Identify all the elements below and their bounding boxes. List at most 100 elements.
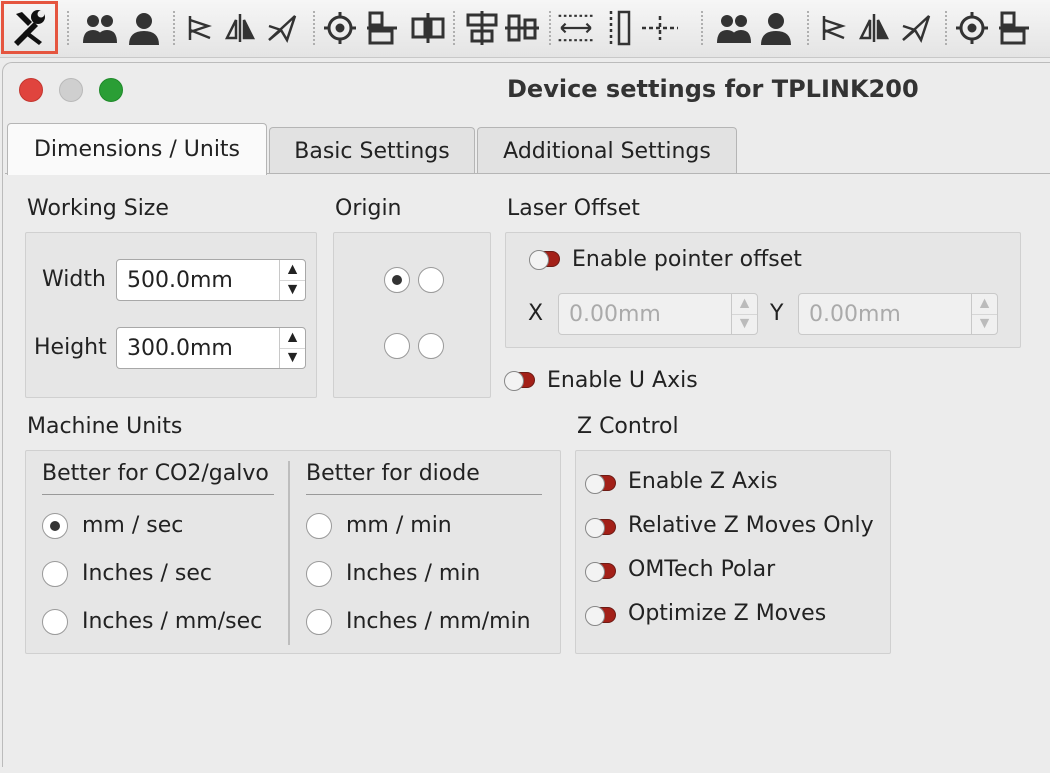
chevron-up-icon[interactable]: ▲ (732, 294, 757, 315)
working-size-group: Width ▲▼ Height ▲▼ (25, 232, 317, 398)
offset-x-spinbox[interactable]: ▲▼ (558, 293, 758, 335)
origin-title: Origin (335, 196, 402, 221)
target-icon[interactable] (320, 6, 360, 50)
users-group-icon[interactable] (714, 6, 754, 50)
height-label: Height (34, 335, 107, 360)
mirror-icon[interactable] (220, 6, 260, 50)
main-toolbar (0, 0, 1050, 58)
align-center-icon[interactable] (408, 6, 448, 50)
tab-dimensions-units[interactable]: Dimensions / Units (7, 123, 267, 175)
origin-top-right-radio[interactable] (418, 267, 444, 293)
height-input[interactable] (117, 328, 280, 368)
enable-z-axis-toggle[interactable] (585, 474, 616, 494)
device-settings-window: Device settings for TPLINK200 Dimensions… (2, 62, 1050, 773)
center-cross-icon[interactable] (640, 6, 680, 50)
unit-inches-min-label: Inches / min (346, 561, 481, 586)
machine-units-title: Machine Units (27, 414, 183, 439)
send-icon[interactable] (896, 6, 936, 50)
height-spinbox[interactable]: ▲▼ (116, 327, 306, 369)
tab-basic-settings[interactable]: Basic Settings (269, 127, 475, 175)
origin-group (333, 232, 491, 398)
toolbar-grip (806, 10, 810, 46)
distribute-h-icon[interactable] (462, 6, 502, 50)
z-control-title: Z Control (577, 414, 679, 439)
toolbar-grip (312, 10, 316, 46)
width-input[interactable] (117, 260, 280, 300)
laser-offset-group: Enable pointer offset X ▲▼ Y ▲▼ (505, 232, 1021, 348)
align-left-icon[interactable] (180, 6, 220, 50)
tab-pane: Working Size Width ▲▼ Height ▲▼ Origin L… (5, 173, 1050, 773)
align-left-icon[interactable] (814, 6, 854, 50)
unit-inches-min-radio[interactable] (306, 561, 332, 587)
maximize-button[interactable] (99, 78, 123, 102)
chevron-down-icon[interactable]: ▼ (732, 315, 757, 335)
width-label: Width (42, 267, 106, 292)
omtech-polar-toggle[interactable] (585, 562, 616, 582)
send-icon[interactable] (262, 6, 302, 50)
working-size-title: Working Size (27, 196, 169, 221)
offset-y-label: Y (770, 301, 784, 326)
u-axis-label: Enable U Axis (547, 368, 698, 393)
target-icon[interactable] (952, 6, 992, 50)
unit-inches-mm-min-radio[interactable] (306, 609, 332, 635)
relative-z-moves-label: Relative Z Moves Only (628, 513, 874, 538)
origin-bottom-right-radio[interactable] (418, 333, 444, 359)
chevron-up-icon[interactable]: ▲ (972, 294, 997, 315)
distribute-v-icon[interactable] (502, 6, 542, 50)
pointer-offset-label: Enable pointer offset (572, 247, 802, 272)
origin-bottom-left-radio[interactable] (384, 333, 410, 359)
user-icon[interactable] (756, 6, 796, 50)
offset-x-input[interactable] (559, 294, 732, 334)
unit-inches-mm-sec-radio[interactable] (42, 609, 68, 635)
enable-z-axis-label: Enable Z Axis (628, 469, 778, 494)
laser-offset-title: Laser Offset (507, 196, 640, 221)
co2-header: Better for CO2/galvo (42, 461, 269, 486)
chevron-down-icon[interactable]: ▼ (280, 281, 305, 301)
offset-y-spinbox[interactable]: ▲▼ (798, 293, 998, 335)
pointer-offset-toggle[interactable] (529, 250, 560, 270)
window-title: Device settings for TPLINK200 (507, 75, 919, 103)
machine-units-group: Better for CO2/galvo Better for diode mm… (25, 450, 561, 654)
unit-mm-min-label: mm / min (346, 513, 452, 538)
minimize-button[interactable] (59, 78, 83, 102)
chevron-down-icon[interactable]: ▼ (280, 349, 305, 369)
origin-top-left-radio[interactable] (384, 267, 410, 293)
relative-z-moves-toggle[interactable] (585, 518, 616, 538)
unit-inches-sec-radio[interactable] (42, 561, 68, 587)
user-icon[interactable] (124, 6, 164, 50)
chevron-up-icon[interactable]: ▲ (280, 328, 305, 349)
unit-mm-sec-label: mm / sec (82, 513, 184, 538)
toolbar-grip (172, 10, 176, 46)
offset-y-input[interactable] (799, 294, 972, 334)
toolbar-grip (700, 10, 704, 46)
space-h-icon[interactable] (556, 6, 596, 50)
chevron-up-icon[interactable]: ▲ (280, 260, 305, 281)
chevron-down-icon[interactable]: ▼ (972, 315, 997, 335)
optimize-z-moves-toggle[interactable] (585, 606, 616, 626)
optimize-z-moves-label: Optimize Z Moves (628, 601, 827, 626)
diode-header-divider (306, 494, 542, 495)
units-divider (288, 461, 290, 645)
unit-mm-sec-radio[interactable] (42, 513, 68, 539)
width-spinbox[interactable]: ▲▼ (116, 259, 306, 301)
users-group-icon[interactable] (80, 6, 120, 50)
diode-header: Better for diode (306, 461, 480, 486)
z-control-group: Enable Z Axis Relative Z Moves Only OMTe… (575, 450, 891, 654)
unit-mm-min-radio[interactable] (306, 513, 332, 539)
space-v-icon[interactable] (604, 6, 644, 50)
toolbar-grip (452, 10, 456, 46)
unit-inches-mm-min-label: Inches / mm/min (346, 609, 531, 634)
toolbar-grip (944, 10, 948, 46)
tab-additional-settings[interactable]: Additional Settings (477, 127, 737, 175)
toolbar-grip (66, 10, 70, 46)
mirror-icon[interactable] (854, 6, 894, 50)
omtech-polar-label: OMTech Polar (628, 557, 776, 582)
u-axis-toggle[interactable] (504, 371, 535, 391)
selection-highlight (1, 1, 58, 54)
close-button[interactable] (19, 78, 43, 102)
offset-x-label: X (528, 301, 544, 326)
unit-inches-mm-sec-label: Inches / mm/sec (82, 609, 263, 634)
co2-header-divider (42, 494, 274, 495)
align-top-icon[interactable] (362, 6, 402, 50)
align-top-icon[interactable] (994, 6, 1034, 50)
